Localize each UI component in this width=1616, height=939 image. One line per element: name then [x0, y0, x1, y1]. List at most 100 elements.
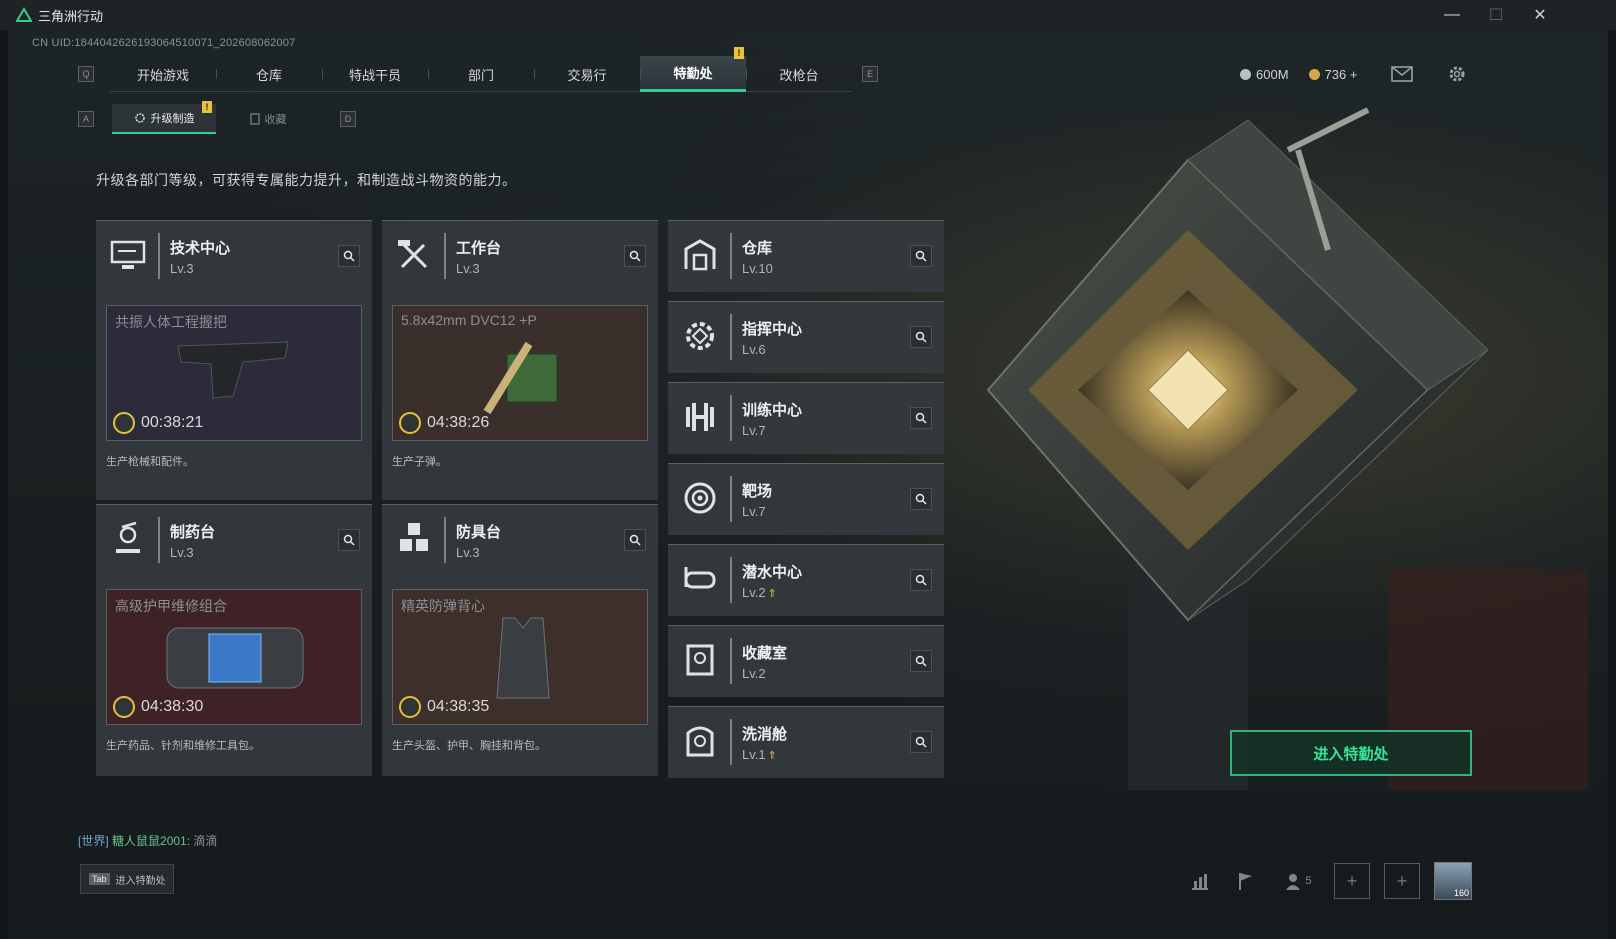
facility-card-shooting-range[interactable]: 靶场 Lv.7 [668, 463, 944, 535]
player-avatar[interactable]: 160 [1434, 862, 1472, 900]
search-button[interactable] [624, 245, 646, 267]
player-uid: CN UID:1844042626193064510071_2026080620… [32, 37, 296, 49]
chat-channel: [世界] [78, 834, 109, 848]
search-button[interactable] [910, 407, 932, 429]
add-currency-button[interactable]: + [1350, 67, 1358, 82]
mail-icon[interactable] [1391, 66, 1414, 82]
production-slot[interactable]: 5.8x42mm DVC12 +P 04:38:26 [392, 305, 648, 441]
tab-special-ops[interactable]: 特勤处 ! [640, 47, 746, 92]
minimize-button[interactable]: — [1430, 0, 1474, 30]
game-viewport: CN UID:1844042626193064510071_2026080620… [8, 30, 1608, 939]
repair-kit-item-image [166, 627, 304, 689]
search-button[interactable] [910, 650, 932, 672]
facility-card-training-center[interactable]: 训练中心 Lv.7 [668, 382, 944, 454]
silver-currency[interactable]: 600M [1240, 67, 1289, 82]
party-slot-add-button[interactable]: + [1384, 863, 1420, 899]
card-divider [730, 638, 732, 684]
tab-key-hint[interactable]: Tab 进入特勤处 [80, 864, 174, 894]
notification-badge: ! [734, 47, 744, 59]
tab-trading[interactable]: 交易行 [534, 56, 640, 92]
chat-line[interactable]: [世界] 糖人鼠鼠2001: 滴滴 [78, 832, 217, 849]
production-slot[interactable]: 精英防弹背心 04:38:35 [392, 589, 648, 725]
key-hint-e: E [862, 66, 878, 82]
search-button[interactable] [910, 326, 932, 348]
chat-message: 滴滴 [193, 834, 218, 848]
facility-name: 训练中心 [742, 402, 803, 419]
search-button[interactable] [910, 731, 932, 753]
production-timer: 00:38:21 [113, 412, 203, 434]
vest-item-image [496, 617, 550, 699]
monitor-icon [110, 240, 146, 269]
facility-name: 指挥中心 [742, 321, 803, 338]
facility-card-tech-center[interactable]: 技术中心 Lv.3 共振人体工程握把 00:38:21 生产枪械和配件。 [96, 220, 372, 500]
tab-departments[interactable]: 部门 [428, 56, 534, 92]
production-slot[interactable]: 高级护甲维修组合 04:38:30 [106, 589, 362, 725]
facility-card-warehouse[interactable]: 仓库 Lv.10 [668, 220, 944, 292]
production-item-name: 共振人体工程握把 [115, 314, 227, 330]
squad-icon [1286, 874, 1301, 890]
wrench-timer-icon [399, 696, 421, 718]
production-item-name: 精英防弹背心 [401, 598, 485, 614]
subtab-upgrade-craft[interactable]: 升级制造 ! [112, 101, 216, 134]
stats-chart-icon[interactable] [1184, 864, 1216, 898]
search-icon [915, 331, 927, 343]
close-button[interactable]: ✕ [1518, 0, 1562, 30]
flag-icon[interactable] [1230, 864, 1262, 898]
subtab-collection-label: 收藏 [264, 114, 287, 126]
timer-value: 04:38:26 [427, 414, 490, 431]
facility-card-collection-room[interactable]: 收藏室 Lv.2 [668, 625, 944, 697]
facility-name: 靶场 [742, 483, 773, 500]
card-divider [730, 557, 732, 603]
facility-card-armor[interactable]: 防具台 Lv.3 精英防弹背心 04:38:35 生产头盔、护甲、胸挂和背包。 [382, 504, 658, 776]
search-button[interactable] [910, 569, 932, 591]
enter-special-ops-button[interactable]: 进入特勤处 [1230, 730, 1472, 776]
tab-start-game[interactable]: 开始游戏 [110, 56, 216, 92]
settings-gear-icon[interactable] [1447, 64, 1467, 84]
upgrade-gear-icon [134, 113, 145, 123]
production-timer: 04:38:30 [113, 696, 203, 718]
facility-card-workbench[interactable]: 工作台 Lv.3 5.8x42mm DVC12 +P 04:38:26 生产子弹… [382, 220, 658, 500]
avatar-level: 160 [1453, 888, 1469, 898]
subtab-collection[interactable]: 收藏 [216, 104, 320, 134]
search-button[interactable] [624, 529, 646, 551]
search-button[interactable] [338, 529, 360, 551]
maximize-button[interactable]: ☐ [1474, 0, 1518, 30]
card-divider [730, 476, 732, 522]
title-bar: 三角洲行动 [0, 0, 1616, 30]
boxes-icon [400, 523, 428, 551]
search-button[interactable] [910, 245, 932, 267]
production-caption: 生产枪械和配件。 [106, 456, 194, 468]
facility-card-decontamination[interactable]: 洗消舱 Lv.1 ⇑ [668, 706, 944, 778]
silver-coin-icon [1240, 68, 1251, 80]
key-hint-d: D [340, 111, 356, 127]
key-hint-a: A [78, 111, 94, 127]
search-button[interactable] [338, 245, 360, 267]
facility-card-diving-center[interactable]: 潜水中心 Lv.2 ⇑ [668, 544, 944, 616]
search-icon [915, 250, 927, 262]
production-caption: 生产子弹。 [392, 456, 447, 468]
production-caption: 生产药品、针剂和维修工具包。 [106, 740, 260, 752]
card-divider [444, 233, 446, 279]
chat-user[interactable]: 糖人鼠鼠2001: [112, 834, 190, 848]
wrench-timer-icon [113, 412, 135, 434]
facility-name: 防具台 [456, 524, 502, 541]
tab-gunsmith[interactable]: 改枪台 [746, 56, 852, 92]
wrench-timer-icon [113, 696, 135, 718]
search-icon [915, 412, 927, 424]
production-slot[interactable]: 共振人体工程握把 00:38:21 [106, 305, 362, 441]
facility-card-command-center[interactable]: 指挥中心 Lv.6 [668, 301, 944, 373]
squad-button[interactable]: 5 [1276, 864, 1320, 898]
tab-warehouse[interactable]: 仓库 [216, 56, 322, 92]
facility-level: Lv.2 [742, 585, 766, 600]
upgrade-available-icon: ⇑ [767, 588, 777, 600]
facility-name: 收藏室 [742, 645, 788, 662]
production-item-name: 5.8x42mm DVC12 +P [401, 312, 537, 328]
search-icon [343, 534, 355, 546]
production-item-name: 高级护甲维修组合 [115, 598, 227, 614]
party-slot-add-button[interactable]: + [1334, 863, 1370, 899]
gold-currency[interactable]: 736 + [1308, 67, 1358, 82]
search-button[interactable] [910, 488, 932, 510]
tab-operators[interactable]: 特战干员 [322, 56, 428, 92]
facility-card-pharmacy[interactable]: 制药台 Lv.3 高级护甲维修组合 04:38:30 生产药品、针剂和维修工具包… [96, 504, 372, 776]
collection-icon [249, 113, 260, 125]
